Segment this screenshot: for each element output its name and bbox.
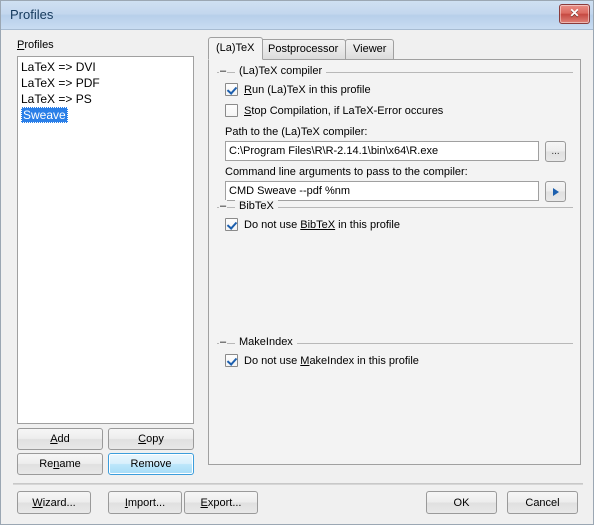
group-dash: – — [219, 336, 228, 348]
rename-button-label: Rename — [39, 458, 81, 470]
wizard-button[interactable]: Wizard... — [17, 491, 91, 514]
stop-compilation-checkbox-row[interactable]: Stop Compilation, if LaTeX-Error occures — [225, 104, 443, 117]
tab-viewer[interactable]: Viewer — [345, 39, 395, 59]
args-insert-button[interactable] — [545, 181, 566, 202]
remove-button-label: Remove — [130, 458, 172, 470]
tab-latex[interactable]: (La)TeX — [208, 37, 263, 60]
tab-postprocessor[interactable]: Postprocessor — [260, 39, 347, 59]
window-title: Profiles — [10, 7, 54, 22]
run-latex-checkbox-row[interactable]: Run (La)TeX in this profile — [225, 83, 371, 96]
list-item[interactable]: LaTeX => PS — [18, 91, 193, 107]
compiler-group-title: (La)TeX compiler — [235, 65, 327, 77]
profiles-label: Profiles — [17, 39, 54, 51]
compiler-args-label: Command line arguments to pass to the co… — [225, 166, 468, 178]
close-icon: ✕ — [569, 6, 580, 20]
ellipsis-icon: ... — [551, 146, 560, 157]
list-item[interactable]: LaTeX => DVI — [18, 59, 193, 75]
close-button[interactable]: ✕ — [559, 4, 590, 24]
title-bar: Profiles ✕ — [1, 1, 593, 30]
compiler-path-label: Path to the (La)TeX compiler: — [225, 126, 368, 138]
wizard-button-label: Wizard... — [32, 496, 76, 509]
list-item-selected[interactable]: Sweave — [21, 107, 68, 123]
copy-button[interactable]: Copy — [108, 428, 194, 450]
group-dash: – — [219, 65, 228, 77]
bibtex-checkbox-row[interactable]: Do not use BibTeX in this profile — [225, 218, 400, 231]
remove-button[interactable]: Remove — [108, 453, 194, 475]
bibtex-checkbox-label: Do not use BibTeX in this profile — [244, 218, 400, 231]
makeindex-checkbox-label: Do not use MakeIndex in this profile — [244, 354, 419, 367]
arrow-right-icon — [552, 187, 559, 196]
checkbox-icon[interactable] — [225, 83, 238, 96]
bibtex-group-title: BibTeX — [235, 200, 278, 212]
import-button[interactable]: Import... — [108, 491, 182, 514]
profiles-listbox[interactable]: LaTeX => DVI LaTeX => PDF LaTeX => PS Sw… — [17, 56, 194, 424]
export-button-label: Export... — [200, 496, 242, 509]
makeindex-group-title: MakeIndex — [235, 336, 297, 348]
browse-path-button[interactable]: ... — [545, 141, 566, 162]
checkbox-icon[interactable] — [225, 218, 238, 231]
makeindex-checkbox-row[interactable]: Do not use MakeIndex in this profile — [225, 354, 419, 367]
latex-tab-panel: – (La)TeX compiler Run (La)TeX in this p… — [208, 59, 581, 465]
compiler-args-input[interactable]: CMD Sweave --pdf %nm — [225, 181, 539, 201]
rename-button[interactable]: Rename — [17, 453, 103, 475]
list-item[interactable]: LaTeX => PDF — [18, 75, 193, 91]
cancel-button[interactable]: Cancel — [507, 491, 578, 514]
ok-button[interactable]: OK — [426, 491, 497, 514]
add-button[interactable]: Add — [17, 428, 103, 450]
export-button[interactable]: Export... — [184, 491, 258, 514]
group-dash: – — [219, 200, 228, 212]
checkbox-icon[interactable] — [225, 104, 238, 117]
copy-button-label: Copy — [138, 433, 164, 445]
profiles-dialog: Profiles ✕ Profiles LaTeX => DVI LaTeX =… — [0, 0, 594, 525]
run-latex-checkbox-label: Run (La)TeX in this profile — [244, 83, 371, 96]
import-button-label: Import... — [124, 496, 166, 509]
add-button-label: Add — [50, 433, 70, 445]
ok-button-label: OK — [453, 496, 470, 509]
cancel-button-label: Cancel — [525, 496, 560, 509]
stop-compilation-checkbox-label: Stop Compilation, if LaTeX-Error occures — [244, 104, 444, 117]
compiler-path-input[interactable]: C:\Program Files\R\R-2.14.1\bin\x64\R.ex… — [225, 141, 539, 161]
checkbox-icon[interactable] — [225, 354, 238, 367]
footer-separator — [13, 483, 583, 485]
